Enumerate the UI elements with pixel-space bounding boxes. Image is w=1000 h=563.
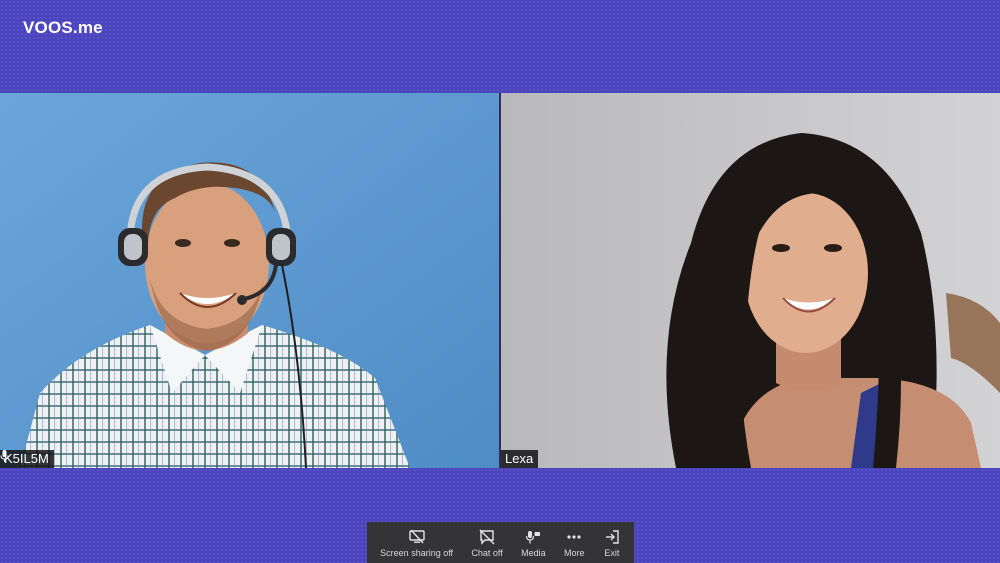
screen-share-label: Screen sharing off	[380, 547, 454, 558]
screen-share-button[interactable]: Screen sharing off	[380, 528, 453, 558]
app-logo: VOOS.me	[23, 18, 103, 37]
more-dots-icon	[567, 534, 581, 539]
more-label: More	[563, 547, 585, 558]
chat-off-icon	[479, 529, 495, 545]
participant-name: K5IL5M	[4, 451, 49, 466]
participant-tile-k5il5m[interactable]: K5IL5M	[0, 93, 499, 468]
media-button[interactable]: Media	[521, 528, 546, 558]
participant-tile-lexa[interactable]: Lexa	[501, 93, 1000, 468]
participant-video-k5il5m	[0, 93, 499, 468]
chat-label: Chat off	[471, 547, 503, 558]
media-icon	[526, 530, 541, 543]
media-label: Media	[521, 547, 546, 558]
mic-icon	[0, 450, 9, 462]
exit-button[interactable]: Exit	[603, 528, 621, 558]
call-toolbar: Screen sharing off Chat off Media More E…	[367, 522, 634, 563]
exit-icon	[605, 529, 619, 544]
exit-label: Exit	[604, 547, 620, 558]
participant-video-lexa	[501, 93, 1000, 468]
participant-name: Lexa	[505, 451, 534, 466]
more-button[interactable]: More	[563, 528, 585, 558]
participant-name-tag: Lexa	[501, 450, 539, 468]
screen-share-off-icon	[408, 529, 425, 543]
chat-button[interactable]: Chat off	[471, 528, 503, 558]
participant-name-tag: K5IL5M	[0, 450, 54, 468]
video-stage: K5IL5M Lexa	[0, 93, 1000, 468]
